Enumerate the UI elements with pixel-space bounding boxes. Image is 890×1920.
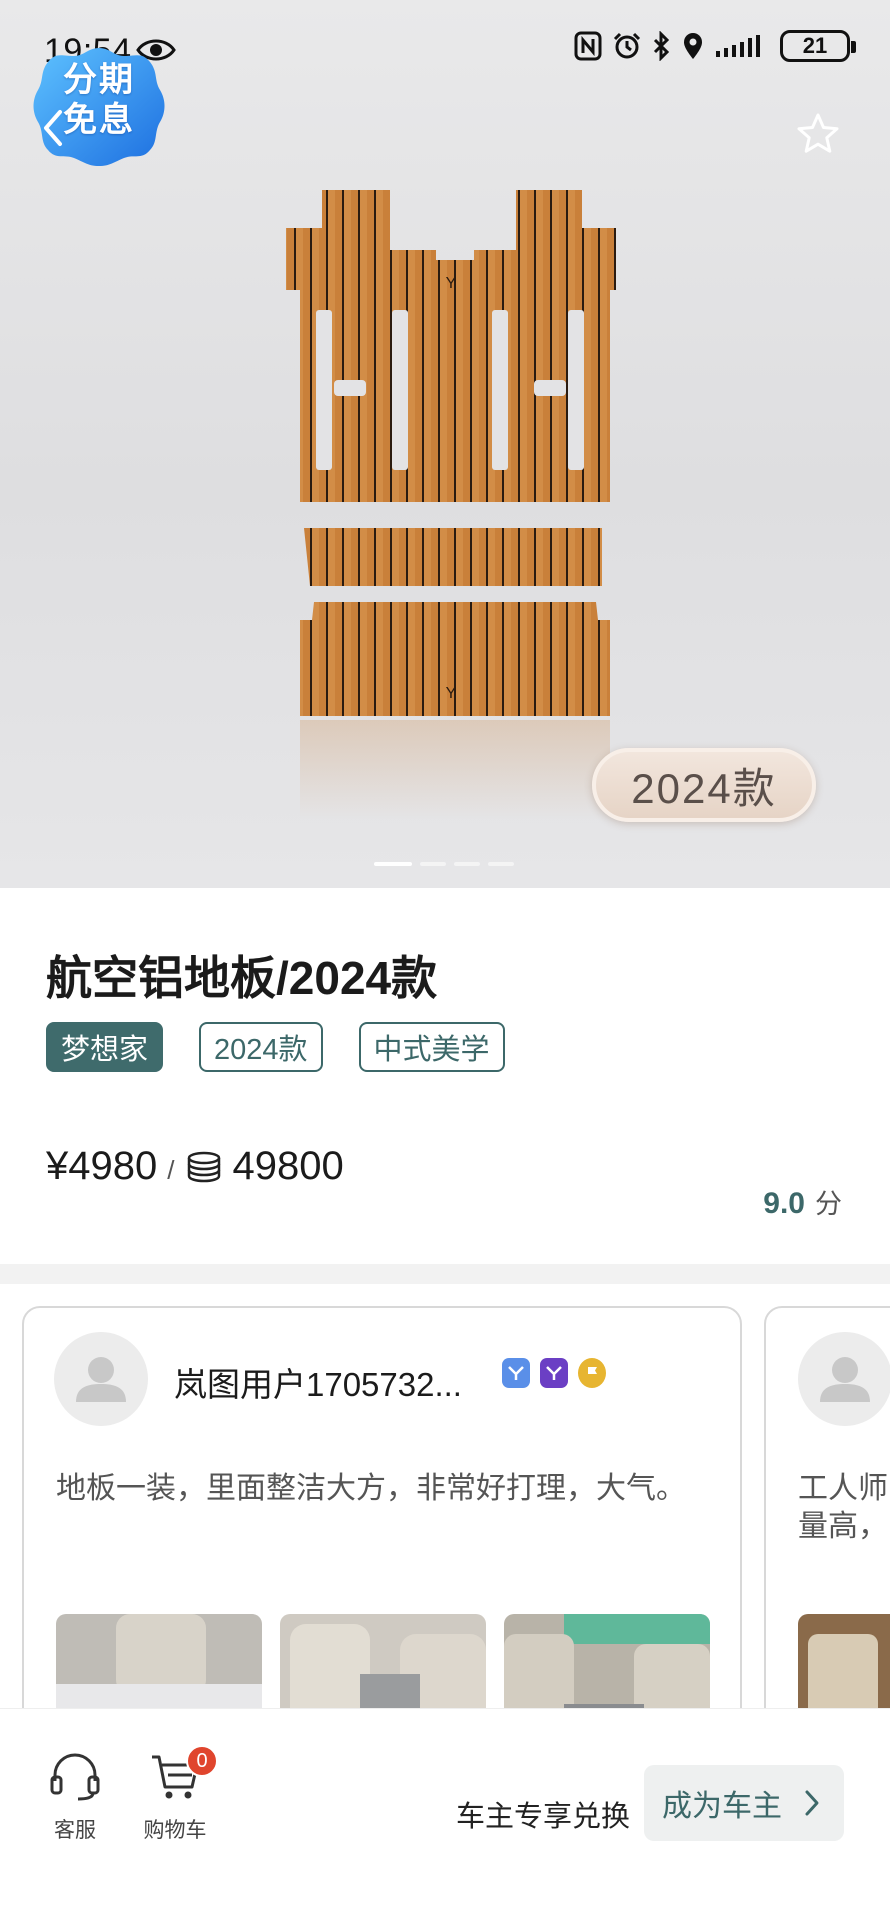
brand-badge-blue-icon [502,1358,530,1388]
gallery-dot-3 [454,862,480,866]
favorite-star-icon[interactable] [796,112,840,156]
chevron-right-icon [805,1790,819,1816]
customer-service-button[interactable]: 客服 [30,1751,120,1844]
user-badges [502,1358,606,1388]
section-divider [0,1264,890,1284]
owner-redeem-label: 车主专享兑换 [456,1801,631,1833]
price-row: ¥4980 / 49800 [46,1144,344,1189]
floor-mat-product-image: Y Y [286,190,616,820]
product-gallery[interactable]: 19:54 21 分期 免息 Y Y 2024款 [0,0,890,888]
default-user-icon [76,1357,126,1402]
score-unit: 分 [815,1189,842,1219]
review-username: 岚图用户1705732... [174,1366,462,1403]
review-photos [56,1614,710,1708]
model-year-pill: 2024款 [592,748,816,822]
coin-stack-icon [188,1151,221,1182]
product-title: 航空铝地板/2024款 [46,952,438,1004]
review-photo-1[interactable] [56,1614,262,1708]
review-photo-3[interactable] [504,1614,710,1708]
customer-service-label: 客服 [54,1819,96,1842]
price-rmb: ¥4980 [46,1144,158,1188]
back-arrow-icon[interactable] [38,108,68,148]
svg-text:Y: Y [446,685,457,702]
cart-button[interactable]: 0 购物车 [130,1745,220,1844]
review-text: 工人师 量高， [798,1470,890,1546]
bottom-action-bar: 客服 0 购物车 车主专享兑换 成为车主 [0,1708,890,1920]
tag-style[interactable]: 中式美学 [358,1022,505,1072]
tag-year[interactable]: 2024款 [199,1022,323,1072]
product-info: 航空铝地板/2024款 梦想家 2024款 中式美学 ¥4980 / 49800… [0,888,890,1264]
tag-dreamer[interactable]: 梦想家 [46,1022,164,1072]
gallery-dot-1 [374,862,412,866]
headset-icon [50,1753,100,1801]
bluetooth-icon [653,31,670,61]
price-separator: / [167,1155,175,1185]
review-text-line-1: 工人师 [798,1472,888,1505]
promo-line-1: 分期 [63,61,135,99]
battery-indicator: 21 [780,30,856,62]
review-photos [798,1614,890,1708]
cart-count-badge: 0 [186,1745,218,1777]
signal-icon [716,35,760,57]
review-text-line-2: 量高， [798,1510,888,1543]
default-user-icon [820,1357,870,1402]
gallery-pagination [374,862,514,866]
review-photo-1[interactable] [798,1614,890,1708]
rating-score: 9.0 分 [763,1182,842,1221]
svg-text:Y: Y [446,275,457,292]
review-photo-2[interactable] [280,1614,486,1708]
gallery-dot-2 [420,862,446,866]
become-owner-label: 成为车主 [662,1790,782,1823]
location-icon [684,33,702,59]
brand-badge-purple-icon [540,1358,568,1388]
nfc-icon [574,31,602,61]
user-avatar[interactable] [798,1332,890,1426]
become-owner-button[interactable]: 成为车主 [644,1765,844,1841]
user-avatar[interactable] [54,1332,148,1426]
status-icons: 21 [574,30,856,62]
alarm-icon [613,32,641,59]
cart-label: 购物车 [143,1819,207,1842]
gallery-dot-4 [488,862,514,866]
review-text: 地板一装，里面整洁大方，非常好打理，大气。 [56,1472,686,1505]
product-tags: 梦想家 2024款 中式美学 [46,1022,505,1072]
flag-badge-gold-icon [578,1358,606,1388]
review-card[interactable]: 岚图用户1705732... 地板一装，里面整洁大方，非常好打理，大气。 [22,1306,742,1708]
review-carousel[interactable]: 岚图用户1705732... 地板一装，里面整洁大方，非常好打理，大气。 工人师… [0,1284,890,1708]
review-card[interactable]: 工人师 量高， [764,1306,890,1708]
price-points: 49800 [232,1144,344,1188]
score-value: 9.0 [763,1187,805,1220]
